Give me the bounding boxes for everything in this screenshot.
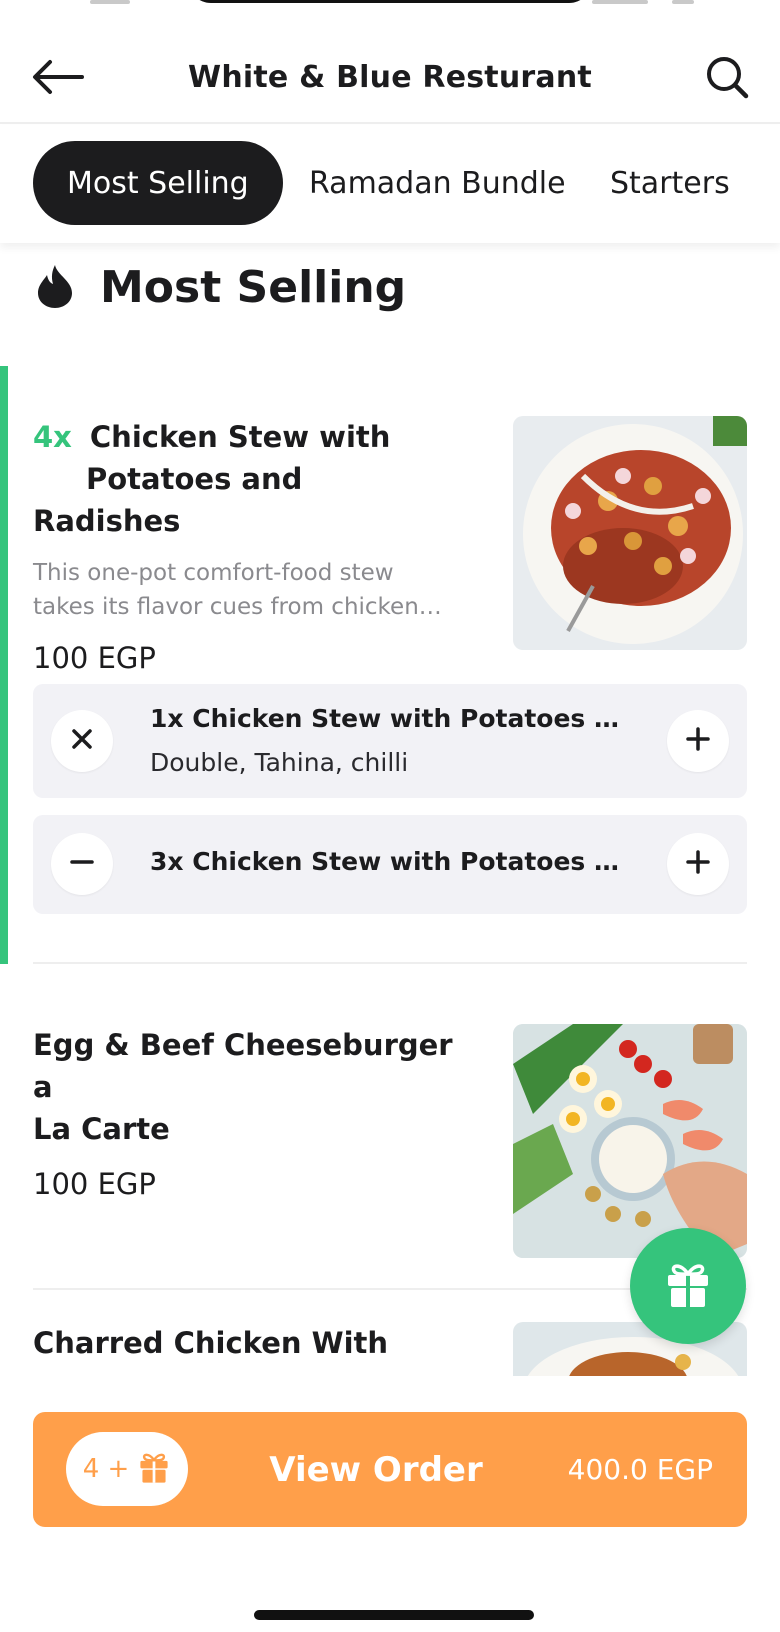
- status-bar-battery-fragment: [672, 0, 694, 4]
- item-image: [513, 1024, 747, 1258]
- bottom-bar: 4 + View Order 400.0 EGP: [0, 1376, 780, 1632]
- close-icon: [71, 728, 93, 754]
- tab-most-selling[interactable]: Most Selling: [33, 141, 283, 225]
- minus-icon: [70, 850, 94, 878]
- item-quantity-badge: 4x: [33, 420, 72, 454]
- home-indicator: [254, 1610, 534, 1620]
- search-icon: [705, 55, 749, 103]
- increase-button[interactable]: [667, 833, 729, 895]
- gift-button[interactable]: [630, 1228, 746, 1344]
- decrease-button[interactable]: [51, 833, 113, 895]
- item-description: This one-pot comfort-food stew takes its…: [33, 560, 442, 620]
- increase-button[interactable]: [667, 710, 729, 772]
- gift-count-pill: 4 +: [66, 1432, 188, 1506]
- back-button[interactable]: [30, 56, 86, 102]
- arrow-left-icon: [32, 59, 84, 99]
- menu-item-chicken-stew[interactable]: 4x Chicken Stew with Potatoes and Radishe…: [33, 416, 747, 675]
- section-heading: Most Selling: [36, 262, 406, 313]
- menu-item-charred-chicken[interactable]: Charred Chicken With: [33, 1322, 747, 1376]
- cart-line-1: 1x Chicken Stew with Potatoes a… Double,…: [33, 684, 747, 798]
- cart-line-options: Double, Tahina, chilli: [150, 748, 409, 777]
- view-order-button[interactable]: 4 + View Order 400.0 EGP: [33, 1412, 747, 1527]
- item-price: 100 EGP: [33, 641, 156, 675]
- page-title: White & Blue Resturant: [188, 60, 592, 95]
- cart-line-title: 3x Chicken Stew with Potatoes a…: [150, 847, 620, 876]
- gift-count: 4 +: [82, 1454, 130, 1484]
- device-notch: [188, 0, 592, 3]
- item-name: Egg & Beef Cheeseburger a La Carte: [33, 1028, 453, 1146]
- app-screen: White & Blue Resturant Most Selling Rama…: [0, 0, 780, 1632]
- plus-icon: [686, 850, 710, 878]
- cart-line-2: 3x Chicken Stew with Potatoes a…: [33, 815, 747, 914]
- item-price: 100 EGP: [33, 1167, 156, 1201]
- section-title: Most Selling: [100, 262, 407, 313]
- order-total: 400.0 EGP: [567, 1453, 713, 1486]
- top-app-bar: White & Blue Resturant: [0, 40, 780, 124]
- item-image: [513, 416, 747, 650]
- category-tabs: Most Selling Ramadan Bundle Starters: [0, 125, 780, 243]
- tab-ramadan-bundle[interactable]: Ramadan Bundle: [309, 141, 566, 225]
- menu-item-cheeseburger[interactable]: Egg & Beef Cheeseburger a La Carte 100 E…: [33, 1024, 747, 1258]
- item-divider: [33, 962, 747, 964]
- remove-button[interactable]: [51, 710, 113, 772]
- status-bar-time-fragment: [90, 0, 130, 4]
- gift-icon: [137, 1450, 171, 1488]
- flame-icon: [36, 263, 74, 313]
- status-bar-signal-fragment: [592, 0, 648, 4]
- plus-icon: [686, 727, 710, 755]
- search-button[interactable]: [702, 54, 752, 104]
- cart-line-title: 1x Chicken Stew with Potatoes a…: [150, 704, 620, 733]
- gift-icon: [663, 1259, 713, 1313]
- in-cart-indicator: [0, 366, 8, 964]
- item-name: 4x Chicken Stew with Potatoes and Radishe…: [33, 420, 391, 538]
- tab-starters[interactable]: Starters: [610, 141, 730, 225]
- view-order-label: View Order: [269, 1449, 483, 1490]
